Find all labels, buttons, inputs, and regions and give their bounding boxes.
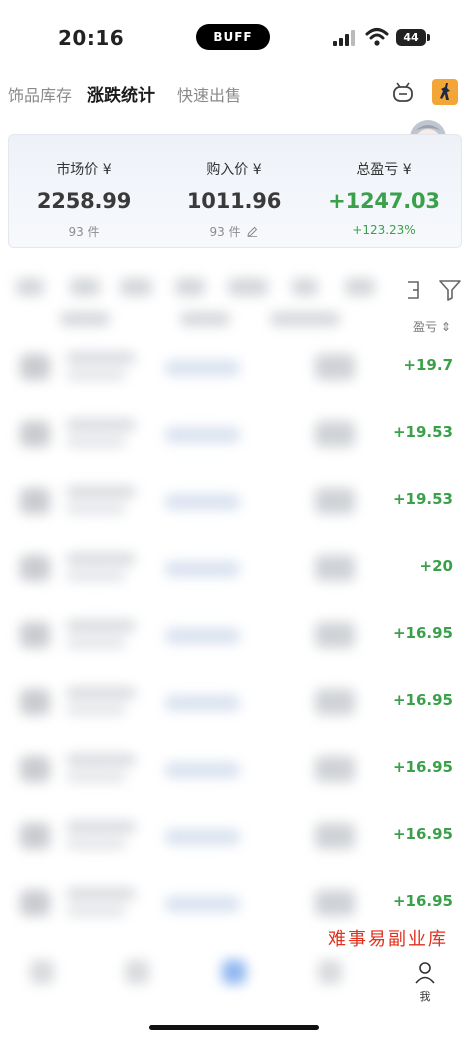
tab-me-label[interactable]: 我 [413, 988, 437, 1004]
bottom-tab-bar [0, 948, 467, 1008]
list-item[interactable]: +20 [0, 531, 467, 598]
list-item[interactable]: +19.53 [0, 464, 467, 531]
purchase-item-count: 93 件 [209, 225, 241, 239]
total-profit-percent: +123.23% [352, 223, 416, 237]
filter-icon[interactable] [406, 278, 462, 302]
row-profit: +16.95 [392, 758, 453, 776]
list-item[interactable]: +16.95 [0, 598, 467, 665]
list-item[interactable]: +16.95 [0, 665, 467, 732]
cellular-signal-icon [333, 30, 355, 46]
battery-tip [427, 34, 430, 41]
market-price-summary: 市场价 ¥ 2258.99 93 件 [9, 135, 159, 240]
blurred-filter-bar [0, 268, 467, 326]
top-tabs: 饰品库存 涨跌统计 快速出售 [0, 72, 467, 116]
wifi-icon [365, 28, 389, 46]
total-profit-value: +1247.03 [328, 189, 440, 213]
market-price-value: 2258.99 [36, 189, 132, 213]
battery-indicator: 44 [396, 29, 426, 46]
row-profit: +19.7 [403, 356, 453, 374]
market-item-count: 93 件 [68, 225, 100, 239]
total-profit-label: 总盈亏 ¥ [356, 162, 412, 178]
market-price-label: 市场价 ¥ [56, 162, 112, 178]
dynamic-island: BUFF [196, 24, 270, 50]
list-item[interactable]: +16.95 [0, 732, 467, 799]
purchase-price-value: 1011.96 [186, 189, 282, 213]
row-profit: +16.95 [392, 691, 453, 709]
tab-quick-sell[interactable]: 快速出售 [177, 82, 241, 106]
robot-icon[interactable] [390, 80, 416, 106]
game-logo-icon[interactable] [432, 79, 458, 105]
row-profit: +16.95 [392, 825, 453, 843]
list-item[interactable]: +19.7 [0, 330, 467, 397]
profile-icon[interactable] [413, 960, 437, 984]
tab-inventory[interactable]: 饰品库存 [8, 82, 72, 106]
home-indicator[interactable] [149, 1025, 319, 1030]
edit-icon[interactable] [247, 226, 258, 237]
row-profit: +16.95 [392, 624, 453, 642]
purchase-price-label: 购入价 ¥ [206, 162, 262, 178]
status-time: 20:16 [58, 26, 125, 50]
tab-price-stats[interactable]: 涨跌统计 [87, 81, 155, 106]
row-profit: +20 [419, 557, 453, 575]
purchase-price-summary: 购入价 ¥ 1011.96 93 件 [159, 135, 309, 240]
row-profit: +19.53 [392, 490, 453, 508]
list-item[interactable]: +19.53 [0, 397, 467, 464]
row-profit: +19.53 [392, 423, 453, 441]
summary-card: 市场价 ¥ 2258.99 93 件 购入价 ¥ 1011.96 93 件 总盈… [8, 134, 462, 248]
row-profit: +16.95 [392, 892, 453, 910]
list-item[interactable]: +16.95 [0, 866, 467, 933]
list-item[interactable]: +16.95 [0, 799, 467, 866]
purchase-item-count-row: 93 件 [159, 223, 309, 240]
status-bar: 20:16 BUFF 44 [0, 0, 467, 72]
total-profit-summary: 总盈亏 ¥ +1247.03 +123.23% [309, 135, 459, 237]
